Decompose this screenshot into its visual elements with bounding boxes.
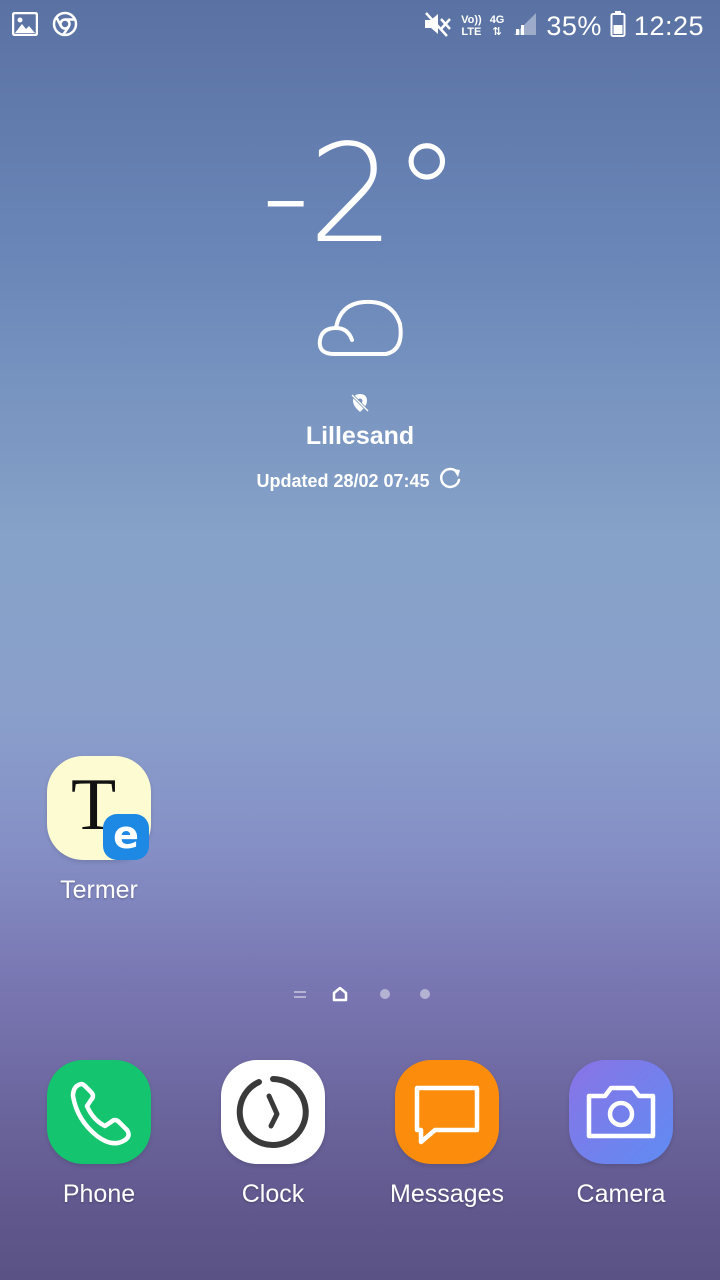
chrome-icon (52, 11, 78, 42)
edge-badge-icon: e (103, 814, 149, 860)
page-indicator[interactable] (290, 984, 430, 1004)
app-termer[interactable]: T e Termer (29, 756, 169, 905)
weather-city: Lillesand (305, 422, 415, 450)
status-bar[interactable]: Vo)) LTE 4G ⇅ 35% 12:25 (0, 0, 720, 52)
home-page-indicator-icon[interactable] (330, 984, 350, 1004)
temperature: -2° (261, 116, 461, 274)
app-label: Termer (60, 876, 138, 904)
camera-icon (569, 1060, 673, 1164)
dock-app-messages[interactable]: Messages (377, 1060, 517, 1209)
app-label: Phone (62, 1180, 136, 1208)
menu-page-indicator-icon[interactable] (290, 984, 310, 1004)
app-label: Camera (576, 1180, 666, 1208)
termer-app-icon: T e (47, 756, 151, 860)
gallery-icon (11, 11, 39, 41)
4g-data-icon: 4G ⇅ (489, 14, 505, 38)
signal-icon (512, 11, 538, 42)
page-dot[interactable] (420, 989, 430, 999)
dock-app-clock[interactable]: Clock (203, 1060, 343, 1209)
battery-percent: 35% (546, 10, 602, 41)
mute-icon (423, 10, 453, 43)
battery-icon (610, 10, 626, 43)
page-dot[interactable] (380, 989, 390, 999)
clock-icon (221, 1060, 325, 1164)
weather-updated-text: Updated 28/02 07:45 (256, 471, 430, 491)
cloud-icon (314, 294, 406, 363)
clock-time: 12:25 (633, 10, 704, 41)
app-label: Clock (241, 1180, 305, 1208)
volte-icon: Vo)) LTE (461, 14, 482, 38)
refresh-icon[interactable] (438, 466, 464, 497)
dock-app-camera[interactable]: Camera (551, 1060, 691, 1209)
weather-updated-row: Updated 28/02 07:45 (0, 466, 720, 497)
phone-icon (47, 1060, 151, 1164)
messages-icon (395, 1060, 499, 1164)
dock-app-phone[interactable]: Phone (29, 1060, 169, 1209)
app-label: Messages (390, 1180, 504, 1208)
location-off-icon (349, 392, 371, 419)
